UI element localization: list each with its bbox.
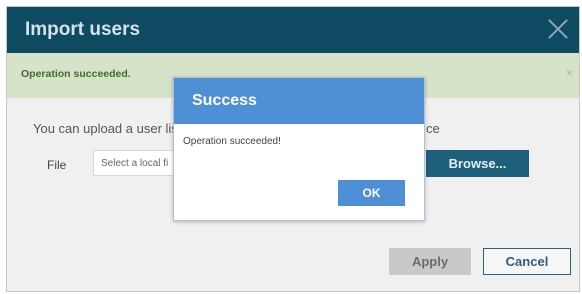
- apply-button[interactable]: Apply: [389, 248, 471, 275]
- alert-message: Operation succeeded.: [21, 68, 131, 80]
- browse-button[interactable]: Browse...: [426, 150, 529, 177]
- cancel-button[interactable]: Cancel: [483, 248, 571, 275]
- upload-description: You can upload a user list: [33, 121, 182, 136]
- modal-header: Success: [174, 78, 424, 124]
- modal-title: Success: [192, 92, 257, 109]
- file-label: File: [47, 158, 67, 172]
- ok-button[interactable]: OK: [338, 180, 405, 206]
- success-modal: Success Operation succeeded! OK: [173, 77, 425, 221]
- alert-close-icon[interactable]: ×: [566, 66, 573, 80]
- close-icon[interactable]: [547, 18, 569, 40]
- modal-message: Operation succeeded!: [183, 136, 281, 147]
- dialog-title: Import users: [25, 19, 141, 40]
- dialog-titlebar: Import users: [7, 7, 579, 53]
- upload-description-end: ce: [426, 121, 440, 136]
